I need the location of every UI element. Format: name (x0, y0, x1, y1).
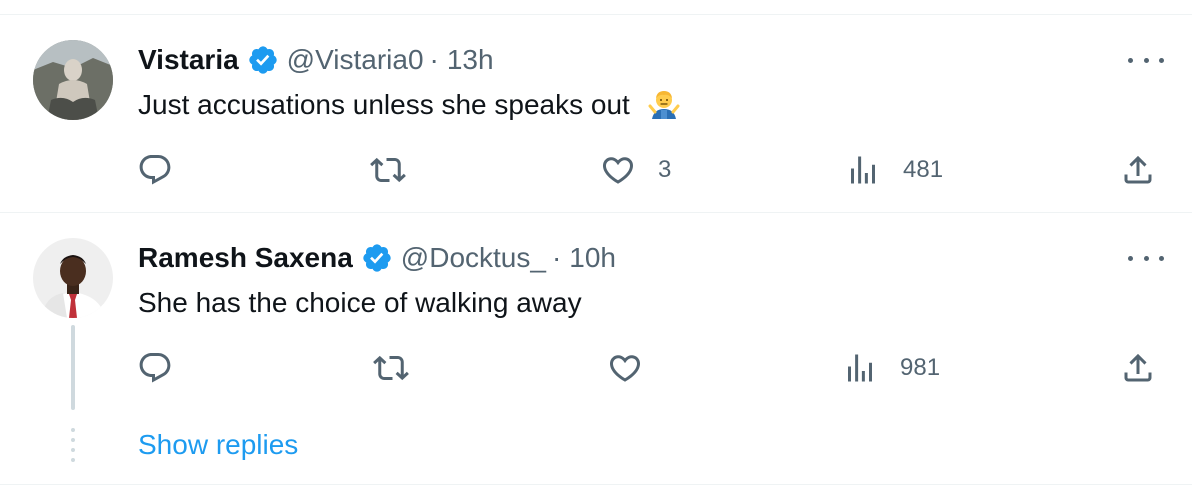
timestamp[interactable]: 13h (447, 43, 494, 77)
thread-line (71, 325, 75, 410)
like-button[interactable]: 3 (600, 152, 671, 188)
retweet-icon (373, 355, 409, 381)
verified-badge-icon[interactable] (247, 44, 279, 76)
handle[interactable]: @Docktus_ (401, 241, 546, 275)
show-replies-link[interactable]: Show replies (138, 428, 298, 462)
retweet-button[interactable] (373, 350, 431, 386)
views-icon (848, 354, 872, 382)
share-icon (1124, 353, 1152, 382)
retweet-icon (370, 157, 406, 183)
views-count: 481 (903, 156, 944, 183)
more-options-icon[interactable] (1128, 248, 1164, 268)
thread-dots (71, 428, 75, 462)
handle[interactable]: @Vistaria0 (287, 43, 424, 77)
separator-dot: · (429, 44, 439, 75)
share-button[interactable] (1120, 152, 1156, 188)
more-options-icon[interactable] (1128, 50, 1164, 70)
tweet-text-content: Just accusations unless she speaks out (138, 89, 630, 120)
share-button[interactable] (1120, 350, 1156, 386)
separator-dot: · (551, 242, 562, 273)
reply-icon (139, 353, 171, 383)
reply-button[interactable] (137, 350, 195, 386)
tweet-text: Just accusations unless she speaks out (138, 88, 680, 122)
tweet-vistaria[interactable]: Vistaria @Vistaria0 · 13h Just accusatio… (0, 0, 1192, 212)
avatar[interactable] (33, 238, 113, 318)
views-icon (851, 156, 875, 184)
like-count: 3 (658, 156, 672, 183)
views-button[interactable]: 481 (845, 152, 943, 188)
tweet-header: Vistaria @Vistaria0 · 13h (138, 43, 494, 77)
tweet-header: Ramesh Saxena @Docktus_ · 10h (138, 241, 616, 275)
views-button[interactable]: 981 (842, 350, 940, 386)
reply-button[interactable] (137, 152, 195, 188)
timestamp[interactable]: 10h (569, 241, 616, 275)
heart-icon (602, 157, 634, 184)
bottom-divider (0, 484, 1192, 485)
display-name[interactable]: Ramesh Saxena (138, 241, 353, 275)
display-name[interactable]: Vistaria (138, 43, 239, 77)
retweet-button[interactable] (370, 152, 428, 188)
tweet-text: She has the choice of walking away (138, 286, 582, 320)
verified-badge-icon[interactable] (361, 242, 393, 274)
avatar[interactable] (33, 40, 113, 120)
man-shrugging-emoji-icon (648, 91, 680, 119)
share-icon (1124, 155, 1152, 184)
reply-icon (139, 155, 171, 185)
like-button[interactable] (607, 350, 665, 386)
views-count: 981 (900, 354, 941, 381)
heart-icon (609, 355, 641, 382)
tweet-text-content: She has the choice of walking away (138, 287, 582, 318)
